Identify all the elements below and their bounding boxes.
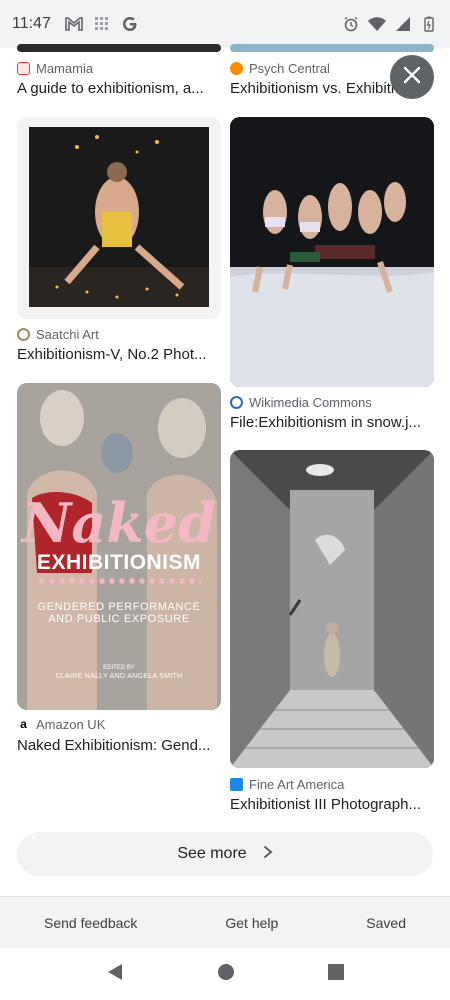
result-image-4[interactable] bbox=[230, 117, 434, 387]
close-button[interactable] bbox=[390, 55, 434, 99]
close-icon bbox=[403, 66, 421, 89]
result-title-1[interactable]: A guide to exhibitionism, a... bbox=[17, 80, 221, 97]
book-title-naked: Naked bbox=[22, 491, 216, 555]
google-g-icon bbox=[121, 15, 139, 33]
see-more-label: See more bbox=[177, 845, 247, 862]
result-source-2: Psych Central bbox=[230, 59, 330, 77]
result-image-3[interactable] bbox=[17, 117, 221, 319]
status-bar: 11:47 bbox=[0, 0, 450, 48]
status-right-icons bbox=[342, 15, 438, 33]
book-subtitle-2: AND PUBLIC EXPOSURE bbox=[48, 613, 190, 625]
mamamia-icon bbox=[17, 61, 30, 75]
result-source-5: a Amazon UK bbox=[17, 715, 105, 733]
result-source-4: Wikimedia Commons bbox=[230, 393, 372, 411]
result-source-label-5: Amazon UK bbox=[36, 716, 106, 732]
result-title-4[interactable]: File:Exhibitionism in snow.j... bbox=[230, 414, 434, 431]
result-source-6: Fine Art America bbox=[230, 775, 344, 793]
home-icon[interactable] bbox=[217, 963, 235, 986]
psych-central-icon bbox=[230, 61, 243, 75]
result-source-label-1: Mamamia bbox=[36, 60, 94, 76]
book-dots bbox=[37, 577, 201, 585]
book-edited-by: EDITED BY bbox=[103, 665, 135, 671]
book-editors: CLAIRE NALLY AND ANGELA SMITH bbox=[55, 673, 183, 680]
result-title-6[interactable]: Exhibitionist III Photograph... bbox=[230, 796, 434, 813]
alarm-icon bbox=[342, 15, 360, 33]
grid-icon bbox=[93, 15, 111, 33]
status-time: 11:47 bbox=[12, 15, 51, 32]
cell-signal-icon bbox=[394, 15, 412, 33]
battery-icon bbox=[420, 15, 438, 33]
result-image-5[interactable]: Naked EXHIBITIONISM GENDERED PERFORMANCE… bbox=[17, 383, 221, 710]
status-left-icons bbox=[65, 15, 139, 33]
result-source-label-2: Psych Central bbox=[249, 60, 330, 76]
result-image-2[interactable] bbox=[230, 44, 434, 52]
result-source-label-4: Wikimedia Commons bbox=[249, 394, 372, 410]
result-source-3: Saatchi Art bbox=[17, 325, 99, 343]
amazon-icon: a bbox=[20, 716, 27, 731]
result-title-5[interactable]: Naked Exhibitionism: Gend... bbox=[17, 737, 221, 754]
send-feedback-link[interactable]: Send feedback bbox=[44, 915, 137, 931]
saved-link[interactable]: Saved bbox=[366, 915, 406, 931]
result-source-1: Mamamia bbox=[17, 59, 93, 77]
book-title-exhibitionism: EXHIBITIONISM bbox=[36, 551, 201, 574]
result-title-2[interactable]: Exhibitionism vs. Exhibitio... bbox=[230, 80, 410, 97]
gmail-icon bbox=[65, 15, 83, 33]
fine-art-america-icon bbox=[230, 777, 243, 791]
chevron-right-icon bbox=[263, 845, 273, 864]
result-source-label-6: Fine Art America bbox=[249, 776, 345, 792]
result-source-label-3: Saatchi Art bbox=[36, 326, 99, 342]
get-help-link[interactable]: Get help bbox=[225, 915, 278, 931]
result-image-6[interactable] bbox=[230, 450, 434, 768]
wifi-icon bbox=[368, 15, 386, 33]
saatchi-art-icon bbox=[17, 327, 30, 341]
wikimedia-icon bbox=[230, 395, 243, 409]
back-icon[interactable] bbox=[106, 963, 124, 986]
recents-icon[interactable] bbox=[327, 963, 344, 985]
result-image-1[interactable] bbox=[17, 44, 221, 52]
footer: Send feedback Get help Saved bbox=[0, 896, 450, 948]
result-title-3[interactable]: Exhibitionism-V, No.2 Phot... bbox=[17, 346, 221, 363]
see-more-button[interactable]: See more bbox=[17, 832, 433, 876]
book-subtitle-1: GENDERED PERFORMANCE bbox=[37, 601, 201, 613]
android-nav-bar bbox=[0, 948, 450, 1000]
